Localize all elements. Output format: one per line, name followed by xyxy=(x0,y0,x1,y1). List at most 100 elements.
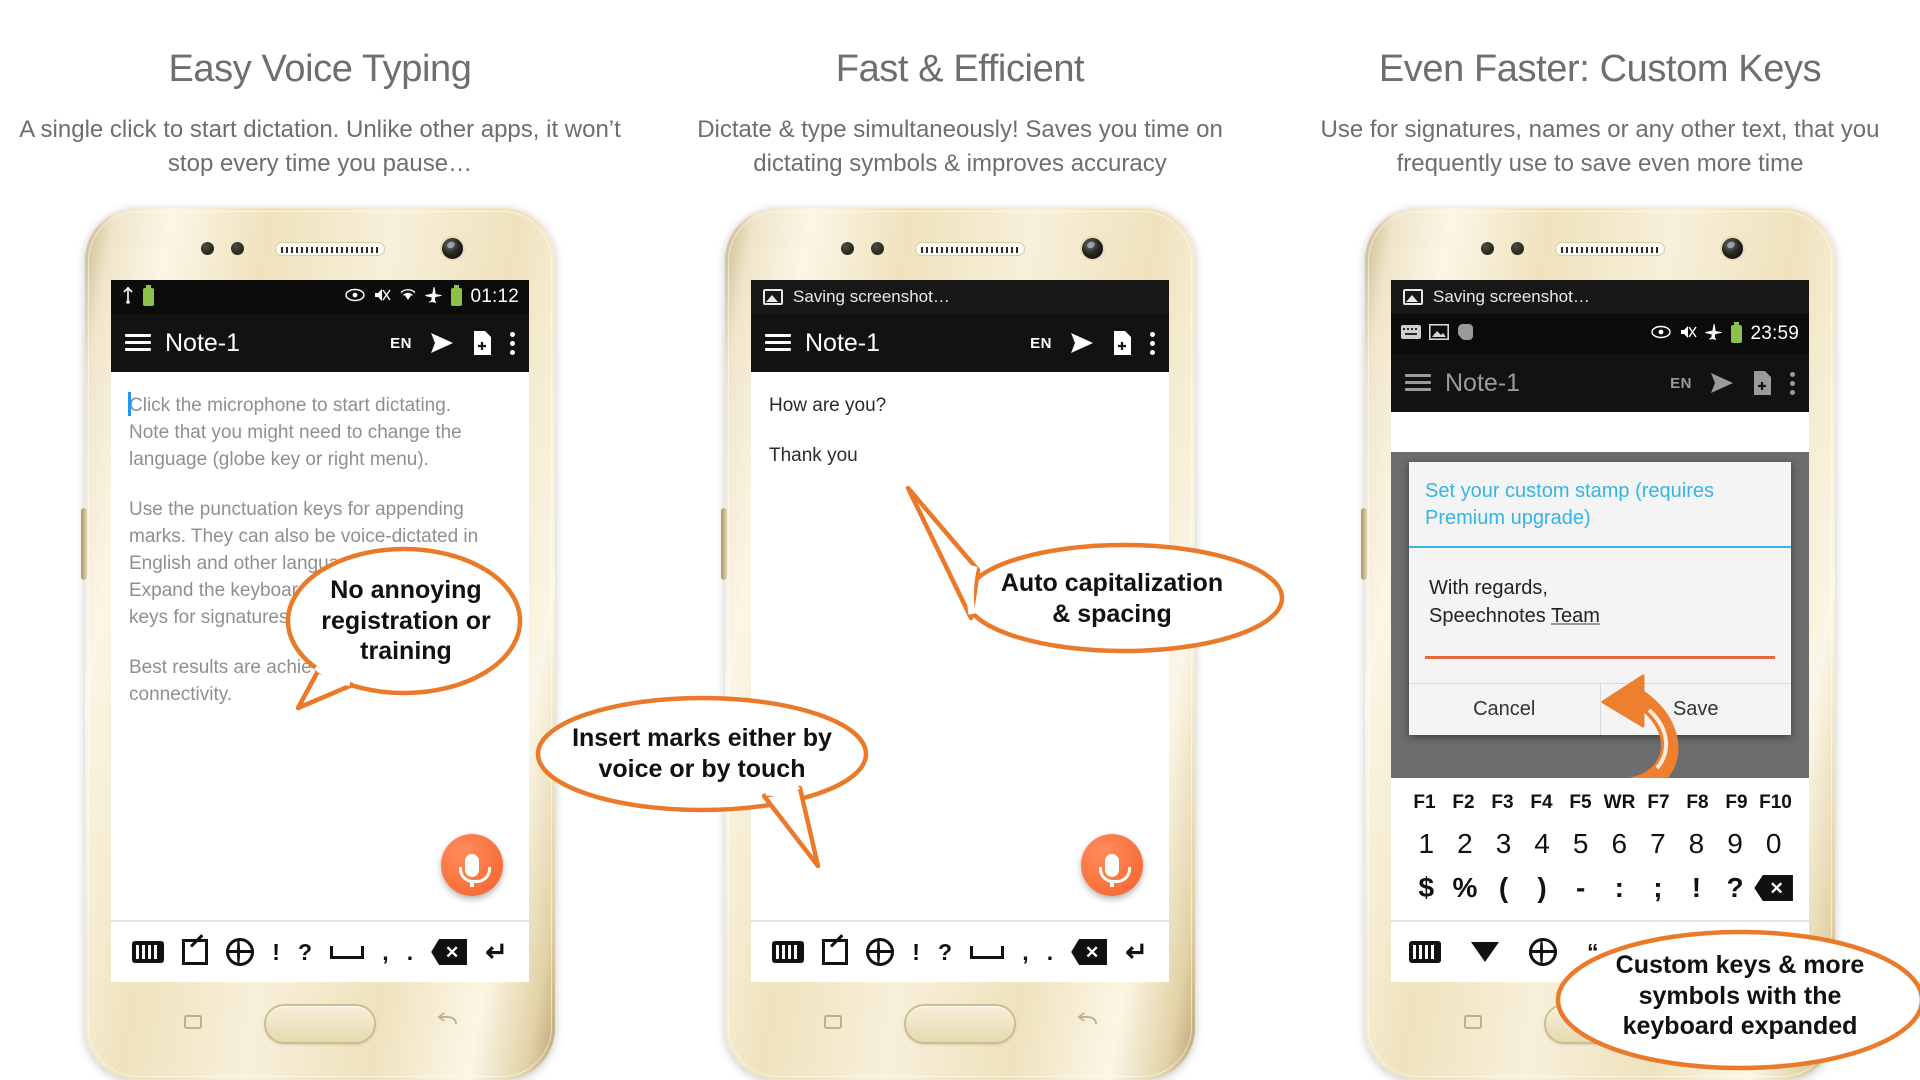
recent-apps-icon[interactable] xyxy=(1460,1010,1486,1032)
status-bar-clock: 01:12 xyxy=(470,286,519,307)
key-6[interactable]: 6 xyxy=(1600,828,1639,860)
column-fast-efficient: Fast & Efficient Dictate & type simultan… xyxy=(535,0,1285,1080)
language-button[interactable]: EN xyxy=(1030,335,1052,352)
key-paren-close[interactable]: ) xyxy=(1523,872,1562,904)
earpiece-speaker xyxy=(915,242,1025,256)
expand-icon[interactable] xyxy=(182,939,209,965)
key-paren-open[interactable]: ( xyxy=(1484,872,1523,904)
phone-side-button[interactable] xyxy=(721,508,727,580)
kebab-menu-icon[interactable] xyxy=(510,331,515,355)
page-title: Even Faster: Custom Keys xyxy=(1378,48,1822,90)
key-4[interactable]: 4 xyxy=(1523,828,1562,860)
phone-side-button[interactable] xyxy=(1361,508,1367,580)
key-wr[interactable]: WR xyxy=(1600,792,1639,814)
recent-apps-icon[interactable] xyxy=(180,1010,206,1032)
phone-side-button[interactable] xyxy=(81,508,87,580)
backspace-icon[interactable]: ✕ xyxy=(1071,939,1108,965)
microphone-icon xyxy=(459,853,491,887)
new-document-icon[interactable] xyxy=(472,331,492,355)
send-icon[interactable] xyxy=(430,332,454,354)
hamburger-icon[interactable] xyxy=(125,334,151,352)
globe-icon[interactable] xyxy=(226,938,255,966)
key-f3[interactable]: F3 xyxy=(1483,792,1522,814)
key-question[interactable]: ? xyxy=(298,939,312,966)
key-comma[interactable]: , xyxy=(1022,939,1028,966)
key-f4[interactable]: F4 xyxy=(1522,792,1561,814)
phone-screen-3: Saving screenshot… 23:59 Note-1 EN Set y… xyxy=(1391,280,1809,982)
android-status-bar: 23:59 xyxy=(1391,314,1809,354)
key-semicolon[interactable]: ; xyxy=(1639,872,1678,904)
keyboard-icon[interactable] xyxy=(1409,941,1441,963)
keyboard-symbol-row[interactable]: $ % ( ) - : ; ! ? ✕ xyxy=(1401,872,1799,910)
send-icon[interactable] xyxy=(1070,332,1094,354)
key-hyphen[interactable]: - xyxy=(1561,872,1600,904)
key-0[interactable]: 0 xyxy=(1754,828,1793,860)
keyboard-number-row[interactable]: 1 2 3 4 5 6 7 8 9 0 xyxy=(1401,824,1799,872)
enter-icon[interactable]: ↵ xyxy=(485,937,508,968)
new-document-icon[interactable] xyxy=(1112,331,1132,355)
key-f10[interactable]: F10 xyxy=(1756,792,1795,814)
status-bar-clock: 23:59 xyxy=(1750,323,1799,344)
key-f8[interactable]: F8 xyxy=(1678,792,1717,814)
microphone-button[interactable] xyxy=(441,834,503,896)
new-document-icon[interactable] xyxy=(1752,371,1772,395)
back-icon[interactable] xyxy=(1074,1010,1100,1032)
key-f9[interactable]: F9 xyxy=(1717,792,1756,814)
key-question[interactable]: ? xyxy=(1716,872,1755,904)
key-7[interactable]: 7 xyxy=(1639,828,1678,860)
backspace-icon[interactable]: ✕ xyxy=(431,939,468,965)
key-9[interactable]: 9 xyxy=(1716,828,1755,860)
keyboard-icon[interactable] xyxy=(772,941,805,963)
key-period[interactable]: . xyxy=(407,939,413,966)
back-icon[interactable] xyxy=(434,1010,460,1032)
key-period[interactable]: . xyxy=(1047,939,1053,966)
key-f7[interactable]: F7 xyxy=(1639,792,1678,814)
key-comma[interactable]: , xyxy=(382,939,388,966)
callout-text: Insert marks either by voice or by touch xyxy=(572,724,832,783)
key-5[interactable]: 5 xyxy=(1561,828,1600,860)
space-icon[interactable] xyxy=(330,945,365,959)
key-dollar[interactable]: $ xyxy=(1407,872,1446,904)
key-8[interactable]: 8 xyxy=(1677,828,1716,860)
enter-icon[interactable]: ↵ xyxy=(1125,937,1148,968)
send-icon[interactable] xyxy=(1710,372,1734,394)
home-button[interactable] xyxy=(904,1004,1016,1044)
key-3[interactable]: 3 xyxy=(1484,828,1523,860)
space-icon[interactable] xyxy=(970,945,1005,959)
key-question[interactable]: ? xyxy=(938,939,952,966)
note-title: Note-1 xyxy=(805,328,881,357)
note-editor[interactable]: How are you? Thank you xyxy=(751,372,1169,469)
kebab-menu-icon[interactable] xyxy=(1150,331,1155,355)
language-button[interactable]: EN xyxy=(390,335,412,352)
key-percent[interactable]: % xyxy=(1446,872,1485,904)
recent-apps-icon[interactable] xyxy=(820,1010,846,1032)
cancel-button[interactable]: Cancel xyxy=(1409,684,1601,735)
key-exclamation[interactable]: ! xyxy=(272,939,280,966)
key-2[interactable]: 2 xyxy=(1446,828,1485,860)
collapse-icon[interactable] xyxy=(1471,942,1499,962)
key-f5[interactable]: F5 xyxy=(1561,792,1600,814)
keyboard-icon[interactable] xyxy=(132,941,165,963)
language-button[interactable]: EN xyxy=(1670,375,1692,392)
keyboard-toolbar[interactable]: ! ? , . ✕ ↵ xyxy=(111,920,529,982)
key-f2[interactable]: F2 xyxy=(1444,792,1483,814)
keyboard-toolbar[interactable]: ! ? , . ✕ ↵ xyxy=(751,920,1169,982)
backspace-icon[interactable]: ✕ xyxy=(1754,875,1793,901)
custom-stamp-input[interactable]: With regards, Speechnotes Team xyxy=(1409,548,1791,642)
expand-icon[interactable] xyxy=(822,939,849,965)
key-exclamation[interactable]: ! xyxy=(912,939,920,966)
expanded-keyboard[interactable]: F1 F2 F3 F4 F5 WR F7 F8 F9 F10 1 2 3 4 5… xyxy=(1391,778,1809,920)
keyboard-function-row[interactable]: F1 F2 F3 F4 F5 WR F7 F8 F9 F10 xyxy=(1401,790,1799,824)
globe-icon[interactable] xyxy=(866,938,895,966)
key-1[interactable]: 1 xyxy=(1407,828,1446,860)
hamburger-icon[interactable] xyxy=(765,334,791,352)
key-f1[interactable]: F1 xyxy=(1405,792,1444,814)
home-button[interactable] xyxy=(264,1004,376,1044)
key-colon[interactable]: : xyxy=(1600,872,1639,904)
callout-text: No annoying registration or training xyxy=(321,576,491,665)
callout-text: Custom keys & more symbols with the keyb… xyxy=(1615,951,1865,1040)
key-exclamation[interactable]: ! xyxy=(1677,872,1716,904)
hamburger-icon[interactable] xyxy=(1405,374,1431,392)
microphone-button[interactable] xyxy=(1081,834,1143,896)
kebab-menu-icon[interactable] xyxy=(1790,371,1795,395)
